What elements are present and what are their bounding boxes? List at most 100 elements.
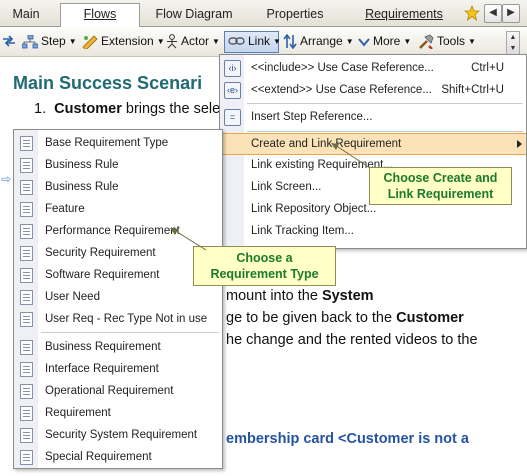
callout-line: Requirement Type [210, 267, 319, 281]
include-icon: ‹i› [224, 60, 241, 77]
requirement-type-label: Software Requirement [45, 269, 160, 281]
tab-prev-button[interactable]: ◀ [484, 4, 502, 23]
tab-requirements[interactable]: Requirements [358, 4, 450, 26]
tab-strip: Main Flows Flow Diagram Properties Requi… [0, 0, 527, 27]
menu-item-insert-step-reference[interactable]: = Insert Step Reference... [220, 106, 526, 128]
tools-icon [419, 34, 434, 50]
menu-separator [247, 131, 523, 132]
actor-menu-button[interactable]: Actor ▼ [166, 32, 220, 52]
favorite-star-icon[interactable] [464, 5, 480, 21]
overflow-up-icon: ▲ [509, 34, 517, 41]
chevron-down-icon: ▼ [212, 37, 220, 47]
document-icon [20, 246, 33, 261]
callout-line: Link Requirement [387, 187, 494, 201]
document-icon [20, 428, 33, 443]
step-1-number: 1. [34, 101, 47, 117]
menu-item-label: <<extend>> Use Case Reference... [251, 84, 432, 96]
document-icon [20, 136, 33, 151]
requirement-type-label: Special Requirement [45, 451, 152, 463]
requirement-type-item[interactable]: Operational Requirement [14, 380, 222, 402]
step-customer-text: ge to be given back to the Customer [226, 310, 464, 326]
tab-flows[interactable]: Flows [60, 3, 140, 27]
tools-menu-button[interactable]: Tools ▼ [418, 32, 476, 52]
chevron-down-icon: ▼ [68, 37, 77, 47]
submenu-arrow-icon [517, 140, 522, 148]
requirement-type-item[interactable]: Feature [14, 198, 222, 220]
menu-item-extend-reference[interactable]: ‹e› <<extend>> Use Case Reference... Shi… [220, 79, 526, 101]
requirement-type-item[interactable]: User Need [14, 286, 222, 308]
document-icon [20, 268, 33, 283]
menu-item-include-reference[interactable]: ‹i› <<include>> Use Case Reference... Ct… [220, 57, 526, 79]
document-icon [20, 224, 33, 239]
requirement-type-item[interactable]: Business Rule [14, 154, 222, 176]
requirement-type-label: Requirement [45, 407, 111, 419]
requirement-type-label: Feature [45, 203, 85, 215]
document-icon [20, 406, 33, 421]
document-icon [20, 158, 33, 173]
requirement-type-menu: Base Requirement Type Business Rule Busine… [13, 129, 223, 469]
step-system-text: mount into the System [226, 288, 374, 304]
document-icon [20, 450, 33, 465]
menu-item-label: <<include>> Use Case Reference... [251, 62, 434, 74]
arrange-label: Arrange [300, 34, 343, 48]
actor-icon [167, 34, 177, 49]
requirement-type-item[interactable]: Business Requirement [14, 336, 222, 358]
overflow-down-icon: ▼ [509, 45, 517, 52]
requirement-type-label: Business Rule [45, 181, 119, 193]
step-1-actor: Customer [54, 101, 122, 117]
link-menu-button[interactable]: Link ▼ [224, 31, 281, 53]
extension-menu-button[interactable]: Extension ▼ [82, 32, 165, 52]
requirement-type-item[interactable]: Base Requirement Type [14, 132, 222, 154]
menu-item-shortcut: Shift+Ctrl+U [441, 84, 504, 96]
requirement-type-label: Business Rule [45, 159, 119, 171]
requirement-type-label: Business Requirement [45, 341, 161, 353]
requirement-type-item[interactable]: Interface Requirement [14, 358, 222, 380]
main-success-scenario-heading: Main Success Scenari [13, 73, 203, 93]
requirement-type-label: Interface Requirement [45, 363, 159, 375]
tab-flow-diagram[interactable]: Flow Diagram [148, 4, 240, 26]
arrange-menu-button[interactable]: Arrange ▼ [283, 32, 354, 52]
step-system-pre: mount into the [226, 288, 318, 304]
requirement-type-item[interactable]: Software Requirement [14, 264, 222, 286]
toolbar-overflow-button[interactable]: ▲ ▼ [506, 31, 520, 55]
requirement-type-label: Security System Requirement [45, 429, 198, 441]
requirement-type-item[interactable]: Security System Requirement [14, 424, 222, 446]
arrange-icon [283, 34, 297, 50]
step-system-actor: System [321, 288, 374, 304]
step-label: Step [41, 34, 66, 48]
requirement-type-label: Security Requirement [45, 247, 156, 259]
requirement-type-item[interactable]: User Req - Rec Type Not in use [14, 308, 222, 330]
step-change-text: he change and the rented videos to the [226, 332, 478, 348]
swap-arrows-icon[interactable] [2, 35, 16, 47]
tab-main[interactable]: Main [2, 4, 50, 26]
step-customer-pre: ge to be given back to the [226, 310, 393, 326]
requirement-type-item[interactable]: Business Rule [14, 176, 222, 198]
menu-item-label: Link Screen... [251, 181, 322, 193]
actor-label: Actor [181, 34, 210, 48]
requirement-type-label: User Req - Rec Type Not in use [45, 313, 208, 325]
requirement-type-item[interactable]: Requirement [14, 402, 222, 424]
extend-icon: ‹e› [224, 82, 241, 99]
callout-leader-line [170, 228, 207, 251]
tab-properties[interactable]: Properties [258, 4, 332, 26]
tab-next-button[interactable]: ▶ [502, 4, 520, 23]
requirement-type-label: User Need [45, 291, 100, 303]
menu-item-label: Link Repository Object... [251, 203, 377, 215]
menu-item-link-tracking-item[interactable]: Link Tracking Item... [220, 220, 526, 242]
requirement-type-item[interactable]: Special Requirement [14, 446, 222, 468]
chevron-down-icon: ▼ [468, 37, 476, 47]
tools-label: Tools [437, 34, 466, 48]
current-step-arrow-icon: ⇨ [1, 172, 12, 186]
step-menu-button[interactable]: Step ▼ [22, 32, 77, 52]
chevron-down-icon: ▼ [345, 37, 354, 47]
document-icon [20, 180, 33, 195]
document-icon [20, 384, 33, 399]
more-label: More [373, 34, 401, 48]
tab-flows-label: Flows [83, 7, 117, 21]
document-icon [20, 312, 33, 327]
toolbar: Step ▼ Extension ▼ Actor ▼ Link ▼ Arrange ▼ M… [0, 27, 527, 57]
more-arrow-icon [358, 38, 370, 47]
more-menu-button[interactable]: More ▼ [358, 32, 411, 52]
menu-item-label: Insert Step Reference... [251, 111, 373, 123]
extension-label: Extension [101, 34, 154, 48]
